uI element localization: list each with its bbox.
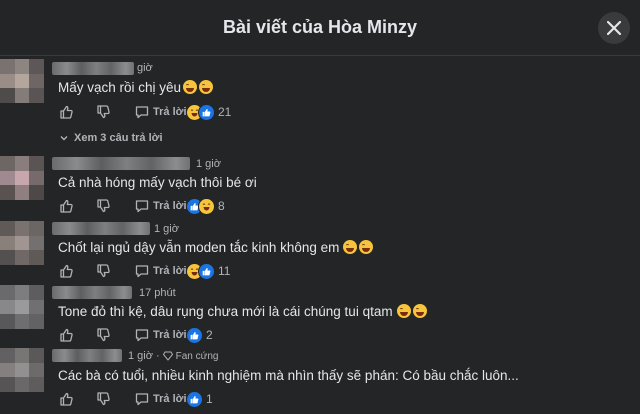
comment-text: Chốt lại ngủ dậy vẫn moden tắc kinh khôn… bbox=[58, 240, 374, 255]
dislike-icon[interactable] bbox=[95, 327, 111, 343]
reply-button[interactable]: Trả lời bbox=[153, 393, 187, 405]
dialog-header: Bài viết của Hòa Minzy bbox=[0, 0, 640, 56]
reaction-summary[interactable]: 21 bbox=[186, 103, 231, 121]
comment-text: Cả nhà hóng mấy vạch thôi bé ơi bbox=[58, 175, 257, 190]
like-icon bbox=[198, 262, 215, 280]
comment-time[interactable]: 1 giờ bbox=[196, 158, 221, 170]
reply-button[interactable]: Trả lời bbox=[153, 200, 187, 212]
reaction-summary[interactable]: 1 bbox=[186, 390, 213, 408]
comment-time[interactable]: 17 phút bbox=[139, 287, 176, 299]
like-icon bbox=[186, 326, 203, 344]
dislike-icon[interactable] bbox=[95, 391, 111, 407]
comment-actions: Trả lời bbox=[58, 197, 187, 215]
like-icon bbox=[198, 103, 215, 121]
like-icon bbox=[186, 390, 203, 408]
like-icon[interactable] bbox=[58, 198, 74, 214]
comment-icon bbox=[134, 327, 150, 343]
haha-emoji-icon bbox=[199, 80, 214, 94]
view-replies-label: Xem 3 câu trả lời bbox=[74, 132, 163, 144]
avatar[interactable] bbox=[0, 285, 44, 329]
reaction-summary[interactable]: 11 bbox=[186, 262, 230, 280]
comment-text-content: Mấy vạch rồi chị yêu bbox=[58, 80, 182, 95]
reaction-summary[interactable]: 8 bbox=[186, 197, 225, 215]
diamond-icon bbox=[162, 351, 173, 361]
reaction-count: 8 bbox=[218, 199, 225, 213]
comment-time[interactable]: giờ bbox=[137, 62, 153, 74]
reply-button[interactable]: Trả lời bbox=[153, 106, 187, 118]
author-name[interactable] bbox=[52, 222, 150, 235]
author-name[interactable] bbox=[52, 157, 190, 170]
avatar[interactable] bbox=[0, 221, 44, 265]
comment-text-content: Chốt lại ngủ dậy vẫn moden tắc kinh khôn… bbox=[58, 240, 340, 255]
comment-list: giờ Mấy vạch rồi chị yêu Trả lời 21 Xem … bbox=[0, 57, 640, 414]
comment-meta: 1 giờ · Fan cứng bbox=[128, 350, 218, 362]
like-icon[interactable] bbox=[58, 263, 74, 279]
dislike-icon[interactable] bbox=[95, 104, 111, 120]
comment-text: Tone đỏ thì kệ, dâu rụng chưa mới là cái… bbox=[58, 304, 427, 319]
comment-time[interactable]: 1 giờ bbox=[128, 350, 153, 362]
author-name[interactable] bbox=[52, 349, 122, 362]
haha-emoji-icon bbox=[198, 197, 215, 215]
haha-emoji-icon bbox=[396, 304, 411, 318]
close-button[interactable] bbox=[598, 12, 630, 44]
reaction-count: 1 bbox=[206, 392, 213, 406]
like-icon[interactable] bbox=[58, 104, 74, 120]
like-icon[interactable] bbox=[58, 327, 74, 343]
comment-icon bbox=[134, 198, 150, 214]
avatar[interactable] bbox=[0, 156, 44, 200]
comment-actions: Trả lời bbox=[58, 103, 187, 121]
separator: · bbox=[155, 350, 160, 362]
like-icon[interactable] bbox=[58, 391, 74, 407]
reply-button[interactable]: Trả lời bbox=[153, 265, 187, 277]
dislike-icon[interactable] bbox=[95, 198, 111, 214]
reaction-count: 21 bbox=[218, 105, 232, 119]
comment-time[interactable]: 1 giờ bbox=[154, 223, 179, 235]
avatar[interactable] bbox=[0, 348, 44, 392]
haha-emoji-icon bbox=[412, 304, 427, 318]
fan-badge: Fan cứng bbox=[175, 350, 219, 362]
haha-emoji-icon bbox=[359, 240, 374, 254]
reaction-summary[interactable]: 2 bbox=[186, 326, 213, 344]
comment-text-content: Tone đỏ thì kệ, dâu rụng chưa mới là cái… bbox=[58, 304, 393, 319]
haha-emoji-icon bbox=[183, 80, 198, 94]
comment-actions: Trả lời bbox=[58, 390, 187, 408]
author-name[interactable] bbox=[52, 286, 132, 299]
author-name[interactable] bbox=[52, 62, 134, 75]
comment-icon bbox=[134, 263, 150, 279]
comment-icon bbox=[134, 391, 150, 407]
comment-text: Mấy vạch rồi chị yêu bbox=[58, 80, 214, 95]
comment-actions: Trả lời bbox=[58, 262, 187, 280]
comment-text: Các bà có tuổi, nhiều kinh nghiệm mà nhì… bbox=[58, 368, 519, 383]
close-icon bbox=[607, 21, 621, 35]
reaction-count: 11 bbox=[218, 264, 231, 278]
chevron-down-icon bbox=[60, 136, 68, 141]
avatar[interactable] bbox=[0, 59, 44, 103]
reaction-count: 2 bbox=[206, 328, 213, 342]
reply-button[interactable]: Trả lời bbox=[153, 329, 187, 341]
haha-emoji-icon bbox=[343, 240, 358, 254]
dislike-icon[interactable] bbox=[95, 263, 111, 279]
view-replies-button[interactable]: Xem 3 câu trả lời bbox=[60, 132, 163, 144]
comment-actions: Trả lời bbox=[58, 326, 187, 344]
page-title: Bài viết của Hòa Minzy bbox=[222, 17, 418, 37]
comment-icon bbox=[134, 104, 150, 120]
